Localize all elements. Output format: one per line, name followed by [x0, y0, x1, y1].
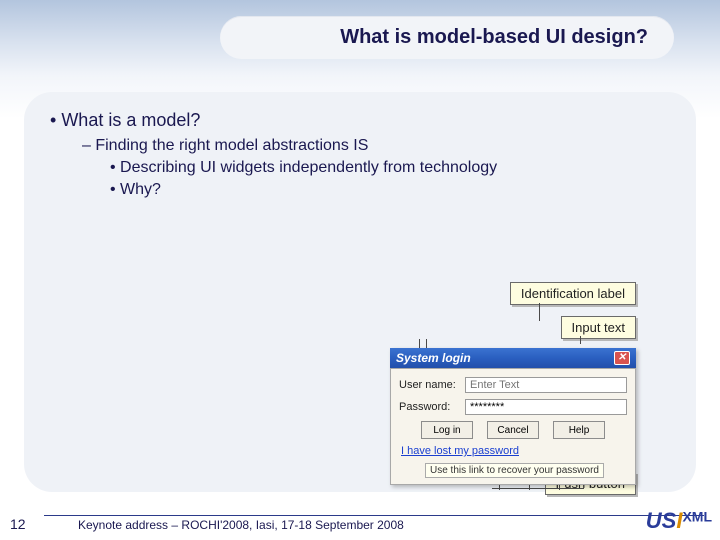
content-panel: What is a model? Finding the right model…: [24, 92, 696, 492]
login-dialog: System login ✕ User name: Password: Log …: [390, 348, 636, 485]
slide-title: What is model-based UI design?: [220, 16, 674, 59]
username-label: User name:: [399, 379, 459, 391]
bullet-l3a: Describing UI widgets independently from…: [110, 157, 696, 179]
footer-text: Keynote address – ROCHI'2008, Iasi, 17-1…: [50, 517, 710, 532]
footer: 12 Keynote address – ROCHI'2008, Iasi, 1…: [10, 516, 710, 532]
username-input[interactable]: [465, 377, 627, 393]
password-input[interactable]: [465, 399, 627, 415]
dialog-title-text: System login: [396, 351, 471, 365]
dialog-body: User name: Password: Log in Cancel Help …: [390, 368, 636, 485]
connector-line: [539, 303, 540, 321]
bullet-l3b: Why?: [110, 179, 696, 201]
login-button[interactable]: Log in: [421, 421, 473, 439]
connector-line: [492, 488, 584, 489]
help-button[interactable]: Help: [553, 421, 605, 439]
bullet-l2: Finding the right model abstractions IS …: [82, 137, 696, 200]
bullet-l1: What is a model? Finding the right model…: [50, 110, 696, 200]
dialog-titlebar: System login ✕: [390, 348, 636, 368]
lost-password-link[interactable]: I have lost my password: [401, 445, 627, 457]
password-label: Password:: [399, 401, 459, 413]
annotation-identification-label: Identification label: [510, 282, 636, 305]
tooltip-box: Use this link to recover your password: [425, 463, 604, 478]
connector-line: [580, 336, 581, 344]
slide-number: 12: [10, 516, 32, 532]
usixml-logo: USIXML: [646, 508, 712, 534]
cancel-button[interactable]: Cancel: [487, 421, 539, 439]
annotation-input-text: Input text: [561, 316, 636, 339]
close-icon[interactable]: ✕: [614, 351, 630, 365]
